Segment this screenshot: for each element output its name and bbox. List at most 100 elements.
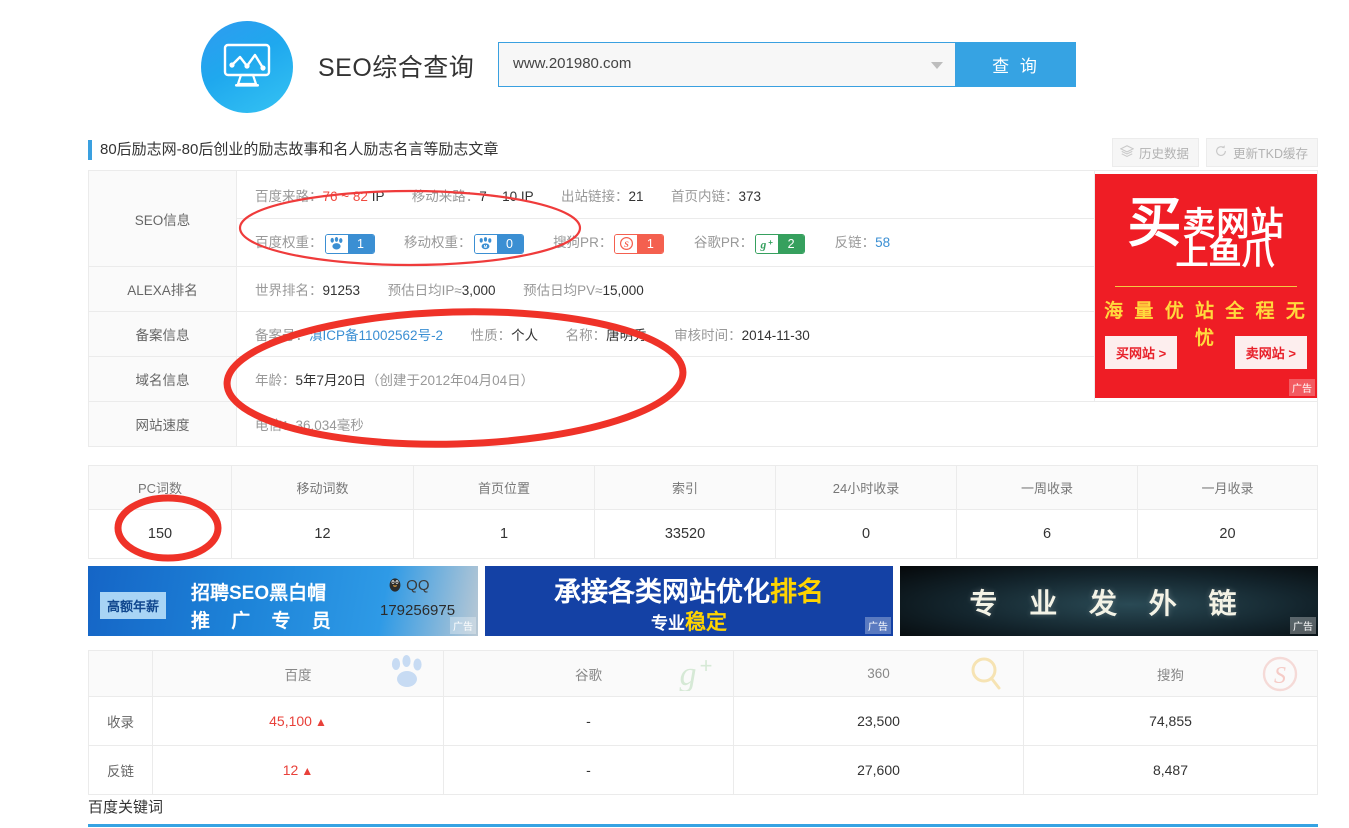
daily-pv-value: 15,000 (603, 283, 644, 298)
stats-header-1: 移动词数 (232, 466, 414, 510)
row-label-seo: SEO信息 (89, 171, 237, 267)
page-header: SEO综合查询 www.201980.com 查 询 (0, 0, 1349, 118)
search-input-value: www.201980.com (513, 55, 631, 72)
ad-recruit-line2: 推 广 专 员 (191, 606, 339, 633)
ad-tag: 广告 (865, 617, 891, 634)
engine-row-label-backlinks: 反链 (89, 746, 153, 795)
engine-name-360: 360 (867, 666, 890, 681)
stats-header-2: 首页位置 (414, 466, 595, 510)
buy-sell-site-ad[interactable]: 买卖网站 上鱼爪 海 量 优 站 全 程 无 忧 买网站 > 卖网站 > 广告 (1095, 174, 1317, 398)
ad-opt-line2: 专业稳定 (485, 606, 893, 636)
icp-cell: 备案号：滇ICP备11002562号-2 性质：个人 名称：唐明秀 审核时间：2… (237, 312, 1095, 357)
trend-up-icon: ▲ (301, 764, 313, 778)
row-label-domain: 域名信息 (89, 357, 237, 402)
mobile-weight-value: 0 (497, 234, 523, 254)
engine-header-google: 谷歌 g+ (444, 651, 734, 697)
row-label-alexa: ALEXA排名 (89, 267, 237, 312)
engine-header-row: 百度 谷歌 g+ 360 搜狗 S (89, 651, 1318, 697)
cell-sogou-backlinks: 8,487 (1024, 746, 1318, 795)
daily-ip-label: 预估日均IP≈ (388, 283, 462, 298)
history-data-button[interactable]: 历史数据 (1112, 138, 1199, 167)
sell-site-button[interactable]: 卖网站 > (1235, 336, 1307, 369)
domain-search-input[interactable]: www.201980.com (498, 42, 956, 87)
google-pr-badge[interactable]: g+2 (755, 234, 805, 254)
google-plus-icon: g+ (756, 234, 778, 254)
cell-baidu-backlinks: 12▲ (153, 746, 444, 795)
svg-text:+: + (700, 655, 713, 678)
mobile-traffic-label: 移动来路： (412, 189, 480, 204)
ad-opt-line1-b: 排名 (770, 577, 824, 607)
svg-text:g: g (760, 239, 767, 251)
qq-text: QQ (406, 577, 429, 594)
mobile-weight-label: 移动权重： (404, 235, 472, 250)
ad-links-text: 专 业 发 外 链 (900, 582, 1318, 622)
ad-salary-pill: 高额年薪 (100, 592, 166, 619)
buy-site-button[interactable]: 买网站 > (1105, 336, 1177, 369)
cell-google-backlinks: - (444, 746, 734, 795)
advertisement-strip: 高额年薪 招聘SEO黑白帽 推 广 专 员 QQ 179256975 广告 承接… (88, 566, 1318, 636)
sogou-pr-badge[interactable]: S1 (614, 234, 664, 254)
engine-name-google: 谷歌 (575, 668, 602, 683)
refresh-tkd-cache-label: 更新TKD缓存 (1233, 143, 1308, 162)
icp-number-value[interactable]: 滇ICP备11002562号-2 (309, 328, 443, 343)
row-label-speed: 网站速度 (89, 402, 237, 447)
stats-value-5: 6 (957, 510, 1138, 559)
sidebar-advertisement[interactable]: 买卖网站 上鱼爪 海 量 优 站 全 程 无 忧 买网站 > 卖网站 > 广告 (1095, 171, 1318, 402)
icp-audit-value: 2014-11-30 (742, 328, 810, 343)
layers-icon (1120, 144, 1134, 161)
cell-360-indexed: 23,500 (734, 697, 1024, 746)
icp-audit-label: 审核时间： (674, 328, 742, 343)
ad-divider (1115, 286, 1297, 287)
engine-name-baidu: 百度 (285, 668, 312, 683)
stats-header-6: 一月收录 (1138, 466, 1318, 510)
ad-qq-number: 179256975 (380, 602, 455, 619)
ad-opt-line1: 承接各类网站优化排名 (485, 570, 893, 609)
domain-created-text: （创建于2012年04月04日） (366, 373, 534, 388)
stats-value-0: 150 (89, 510, 232, 559)
site-info-table: SEO信息 百度来路：76 ~ 82 IP 移动来路：7 ~ 10 IP 出站链… (88, 170, 1318, 447)
mobile-weight-badge[interactable]: M0 (474, 234, 524, 254)
baidu-weight-badge[interactable]: 1 (325, 234, 375, 254)
domain-age-label: 年龄： (255, 373, 296, 388)
qq-penguin-icon (388, 577, 406, 594)
inlinks-value: 373 (739, 189, 762, 204)
world-rank-value: 91253 (323, 283, 361, 298)
baidu-weight-label: 百度权重： (255, 235, 323, 250)
baidu-traffic-unit: IP (372, 189, 385, 204)
baidu-traffic-value: 76 ~ 82 (323, 189, 368, 204)
cell-sogou-indexed: 74,855 (1024, 697, 1318, 746)
google-plus-icon: g+ (675, 655, 715, 694)
backlink-label: 反链： (835, 235, 876, 250)
trend-up-icon: ▲ (315, 715, 327, 729)
table-row-seo-1: SEO信息 百度来路：76 ~ 82 IP 移动来路：7 ~ 10 IP 出站链… (89, 171, 1318, 219)
ad-opt-line1-a: 承接各类网站优化 (554, 577, 770, 607)
ad-opt-line2-a: 专业 (651, 614, 685, 633)
icp-name-label: 名称： (566, 328, 607, 343)
so360-magnifier-icon (967, 655, 1005, 694)
world-rank-label: 世界排名： (255, 283, 323, 298)
baidu-weight-value: 1 (348, 234, 374, 254)
engine-row-label-indexed: 收录 (89, 697, 153, 746)
title-accent-bar (88, 140, 92, 160)
daily-pv-label: 预估日均PV≈ (523, 283, 602, 298)
ad-recruit-line1: 招聘SEO黑白帽 (191, 578, 326, 605)
seo-weight-cell: 百度权重：1 移动权重：M0 搜狗PR：S1 谷歌PR：g+2 反链：58 (237, 219, 1095, 267)
ad-recruit-seo[interactable]: 高额年薪 招聘SEO黑白帽 推 广 专 员 QQ 179256975 广告 (88, 566, 478, 636)
refresh-tkd-cache-button[interactable]: 更新TKD缓存 (1206, 138, 1318, 167)
chevron-down-icon[interactable] (931, 62, 943, 69)
inlinks-label: 首页内链： (671, 189, 739, 204)
icp-nature-value: 个人 (511, 328, 538, 343)
stats-value-2: 1 (414, 510, 595, 559)
history-data-label: 历史数据 (1139, 143, 1189, 162)
svg-text:+: + (768, 238, 773, 247)
baidu-paw-icon (326, 234, 348, 254)
ad-site-optimization[interactable]: 承接各类网站优化排名 专业稳定 广告 (485, 566, 893, 636)
engine-name-sogou: 搜狗 (1157, 668, 1184, 683)
stats-header-5: 一周收录 (957, 466, 1138, 510)
ad-outbound-links[interactable]: 专 业 发 外 链 广告 (900, 566, 1318, 636)
engine-header-360: 360 (734, 651, 1024, 697)
ad-buttons: 买网站 > 卖网站 > (1105, 336, 1307, 369)
speed-isp-value: 36.034毫秒 (296, 418, 364, 433)
search-button[interactable]: 查 询 (956, 42, 1076, 87)
speed-cell: 电信：36.034毫秒 (237, 402, 1318, 447)
